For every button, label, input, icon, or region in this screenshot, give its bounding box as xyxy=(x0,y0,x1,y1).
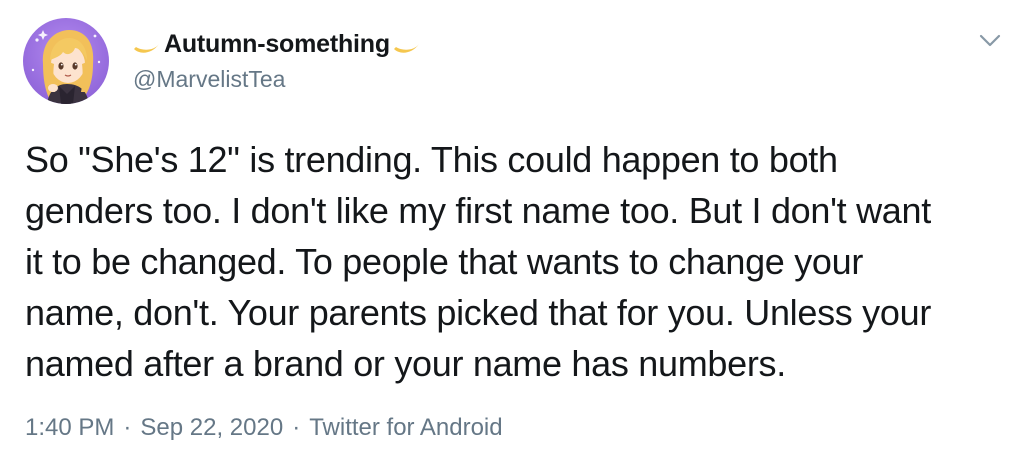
anime-girl-avatar-icon xyxy=(23,18,109,104)
tweet-meta: 1:40 PM · Sep 22, 2020 · Twitter for And… xyxy=(25,414,503,442)
tweet-text-line: named after a brand or your name has num… xyxy=(25,343,786,384)
tweet-text: So "She's 12" is trending. This could ha… xyxy=(25,134,1010,389)
tweet-time[interactable]: 1:40 PM xyxy=(25,414,114,442)
display-name: Autumn-something xyxy=(164,29,390,58)
user-handle[interactable]: @MarvelistTea xyxy=(132,66,422,93)
avatar[interactable] xyxy=(23,18,109,104)
crescent-moon-icon xyxy=(393,44,419,53)
tweet-source[interactable]: Twitter for Android xyxy=(309,414,502,442)
crescent-moon-icon xyxy=(134,44,159,53)
meta-separator: · xyxy=(123,414,132,441)
tweet-text-line: So "She's 12" is trending. This could ha… xyxy=(25,139,838,180)
tweet-date[interactable]: Sep 22, 2020 xyxy=(140,414,283,442)
chevron-down-icon[interactable] xyxy=(976,30,1004,50)
tweet-text-line: it to be changed. To people that wants t… xyxy=(25,241,864,282)
tweet-text-line: name, don't. Your parents picked that fo… xyxy=(25,292,932,333)
user-header: Autumn-something @MarvelistTea xyxy=(132,26,422,93)
tweet-card: Autumn-something @MarvelistTea So "She's… xyxy=(0,0,1024,472)
meta-separator: · xyxy=(292,414,301,441)
tweet-text-line: genders too. I don't like my first name … xyxy=(25,190,931,231)
display-name-link[interactable]: Autumn-something xyxy=(132,26,422,62)
